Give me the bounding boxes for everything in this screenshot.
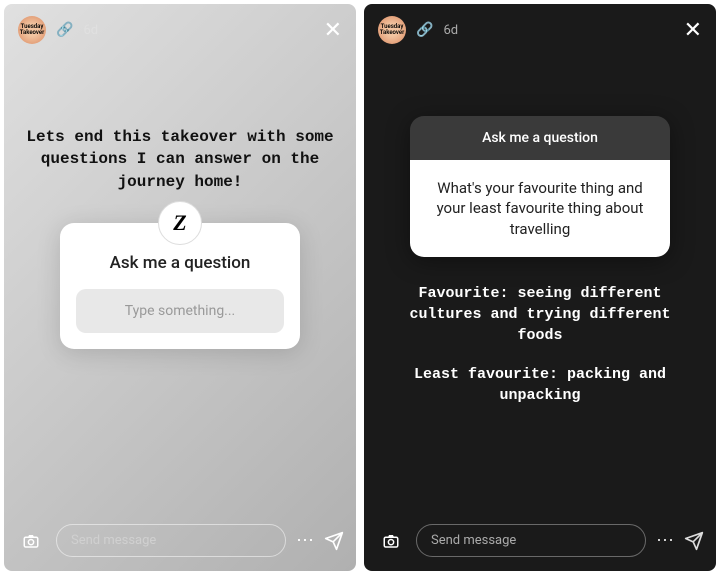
avatar[interactable]: Tuesday Takeover	[378, 16, 406, 44]
story-content: Ask me a question What's your favourite …	[364, 56, 716, 514]
answer-least-favourite: Least favourite: packing and unpacking	[384, 364, 696, 406]
story-right: Tuesday Takeover 🔗 6d ✕ Ask me a questio…	[364, 4, 716, 571]
more-icon[interactable]: ⋯	[656, 530, 674, 551]
story-header: Tuesday Takeover 🔗 6d ✕	[364, 4, 716, 56]
camera-icon[interactable]	[376, 526, 406, 556]
answer-card: Ask me a question What's your favourite …	[410, 116, 670, 257]
close-icon[interactable]: ✕	[324, 18, 342, 43]
caption-text: Lets end this takeover with some questio…	[24, 126, 336, 193]
question-input[interactable]: Type something...	[76, 289, 284, 333]
story-header: Tuesday Takeover 🔗 6d ✕	[4, 4, 356, 56]
send-message-input[interactable]: Send message	[56, 524, 286, 557]
link-icon: 🔗	[56, 22, 73, 38]
answer-card-header: Ask me a question	[410, 116, 670, 160]
story-left: Tuesday Takeover 🔗 6d ✕ Lets end this ta…	[4, 4, 356, 571]
send-icon[interactable]	[684, 531, 704, 551]
question-avatar: Z	[158, 201, 202, 245]
question-card: Z Ask me a question Type something...	[60, 223, 300, 349]
story-footer: Send message ⋯	[364, 514, 716, 571]
close-icon[interactable]: ✕	[684, 18, 702, 43]
timestamp: 6d	[83, 23, 98, 38]
question-prompt: Ask me a question	[76, 253, 284, 273]
avatar[interactable]: Tuesday Takeover	[18, 16, 46, 44]
story-footer: Send message ⋯	[4, 514, 356, 571]
more-icon[interactable]: ⋯	[296, 530, 314, 551]
story-content: Lets end this takeover with some questio…	[4, 56, 356, 514]
send-message-placeholder: Send message	[71, 533, 156, 548]
send-icon[interactable]	[324, 531, 344, 551]
link-icon: 🔗	[416, 22, 433, 38]
send-message-input[interactable]: Send message	[416, 524, 646, 557]
send-message-placeholder: Send message	[431, 533, 516, 548]
camera-icon[interactable]	[16, 526, 46, 556]
timestamp: 6d	[443, 23, 458, 38]
answer-card-body: What's your favourite thing and your lea…	[410, 160, 670, 257]
answer-favourite: Favourite: seeing different cultures and…	[384, 283, 696, 346]
